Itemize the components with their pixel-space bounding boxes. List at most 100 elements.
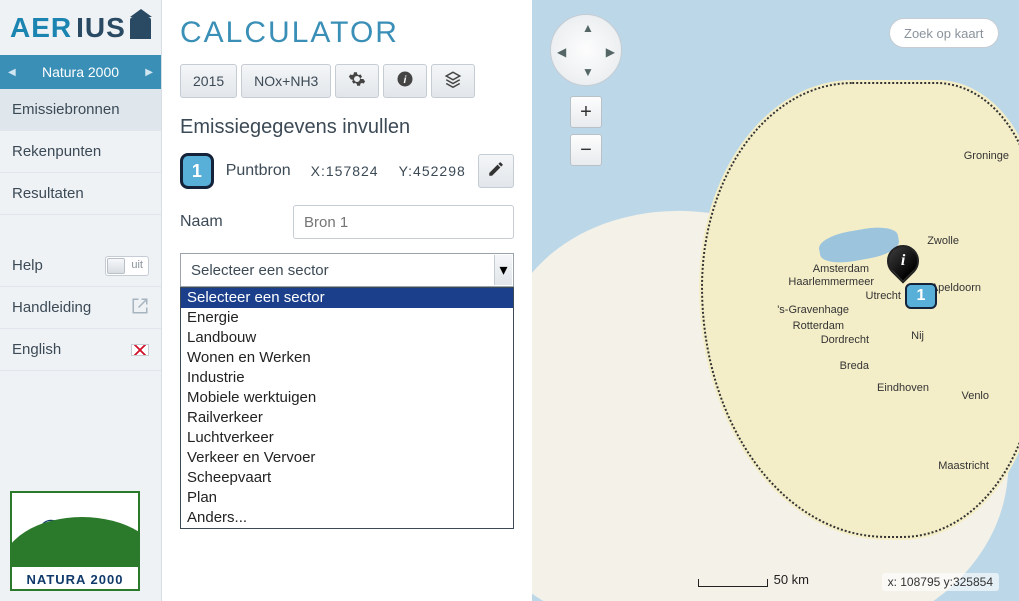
sidebar-footer: ︵ ︵ ★ ★ ★ ★ ★ NATURA 2000 — [0, 481, 161, 601]
marker-badge: 1 — [905, 283, 937, 309]
city-label: Eindhoven — [877, 382, 929, 394]
name-input[interactable] — [293, 205, 514, 239]
city-label: Dordrecht — [821, 334, 869, 346]
sector-option[interactable]: Verkeer en Vervoer — [181, 448, 513, 468]
plus-icon: + — [580, 101, 592, 124]
name-row: Naam — [180, 205, 514, 239]
year-button[interactable]: 2015 — [180, 64, 237, 98]
source-y: Y:452298 — [399, 163, 466, 179]
map-search-placeholder: Zoek op kaart — [904, 26, 984, 41]
sector-option[interactable]: Luchtverkeer — [181, 428, 513, 448]
nav-english[interactable]: English — [0, 329, 161, 371]
sector-option[interactable]: Energie — [181, 308, 513, 328]
city-label: Maastricht — [938, 460, 989, 472]
name-label: Naam — [180, 213, 281, 231]
edit-geometry-button[interactable] — [478, 154, 514, 188]
sector-option[interactable]: Mobiele werktuigen — [181, 388, 513, 408]
zoom-out-button[interactable]: − — [570, 134, 602, 166]
flag-uk-icon — [131, 344, 149, 356]
pan-left-icon[interactable]: ◀ — [557, 45, 566, 59]
nav-resultaten[interactable]: Resultaten — [0, 173, 161, 215]
info-icon: i — [396, 70, 414, 93]
map-coord-readout: x: 108795 y:325854 — [882, 573, 999, 591]
map-marker[interactable]: i 1 — [887, 245, 919, 277]
scenario-name: Natura 2000 — [42, 64, 119, 80]
city-label: Apeldoorn — [931, 282, 981, 294]
sector-dropdown: Selecteer een sector Energie Landbouw Wo… — [180, 287, 514, 529]
substances-button[interactable]: NOx+NH3 — [241, 64, 331, 98]
form-panel: CALCULATOR 2015 NOx+NH3 i Emissiegegeven… — [162, 0, 532, 601]
nav-label: Resultaten — [12, 185, 84, 202]
city-label: Zwolle — [927, 235, 959, 247]
sector-option[interactable]: Scheepvaart — [181, 468, 513, 488]
map-pan-control: ▲ ▼ ◀ ▶ — [550, 14, 622, 86]
city-label: Groninge — [964, 150, 1009, 162]
nav-label: English — [12, 341, 61, 358]
natura2000-text: NATURA 2000 — [12, 572, 138, 587]
toggle-knob-icon — [107, 258, 125, 274]
hill-icon — [10, 517, 140, 567]
toggle-state: uit — [131, 259, 143, 271]
pan-right-icon[interactable]: ▶ — [606, 45, 615, 59]
city-label: Rotterdam — [793, 320, 844, 332]
scalebar-icon — [698, 579, 768, 587]
settings-button[interactable] — [335, 64, 379, 98]
sector-display-text: Selecteer een sector — [191, 262, 329, 279]
zoom-in-button[interactable]: + — [570, 96, 602, 128]
sector-option[interactable]: Landbouw — [181, 328, 513, 348]
sector-display[interactable]: Selecteer een sector — [180, 253, 514, 287]
city-label: 's-Gravenhage — [777, 304, 849, 316]
sidebar: AERIUS ◀ Natura 2000 ▶ Emissiebronnen Re… — [0, 0, 162, 601]
nav-rekenpunten[interactable]: Rekenpunten — [0, 131, 161, 173]
panel-title: CALCULATOR — [180, 16, 514, 50]
city-label: Haarlemmermeer — [788, 276, 874, 288]
map-canvas[interactable]: Groninge Zwolle Amsterdam Haarlemmermeer… — [532, 0, 1019, 601]
nav-label: Handleiding — [12, 299, 91, 316]
brand-part2: IUS — [76, 12, 126, 44]
nav-handleiding[interactable]: Handleiding — [0, 287, 161, 329]
chevron-down-icon: ▾ — [494, 255, 512, 285]
panel-toolbar: 2015 NOx+NH3 i — [180, 64, 514, 98]
map-scalebar: 50 km — [698, 572, 809, 587]
nav-emissiebronnen[interactable]: Emissiebronnen — [0, 89, 161, 131]
help-toggle[interactable]: uit — [105, 256, 149, 276]
scenario-switcher[interactable]: ◀ Natura 2000 ▶ — [0, 55, 161, 89]
source-summary-row: 1 Puntbron X:157824 Y:452298 — [180, 153, 514, 189]
pencil-icon — [487, 160, 505, 183]
scenario-prev-icon[interactable]: ◀ — [8, 67, 16, 78]
marker-pin-icon: i — [880, 238, 925, 283]
city-label: Venlo — [961, 390, 989, 402]
sector-option[interactable]: Railverkeer — [181, 408, 513, 428]
sector-option[interactable]: Anders... — [181, 508, 513, 528]
help-row: Help uit — [0, 245, 161, 287]
map-search-input[interactable]: Zoek op kaart — [889, 18, 999, 48]
source-x: X:157824 — [311, 163, 379, 179]
city-label: Nij — [911, 330, 924, 342]
source-badge[interactable]: 1 — [180, 153, 214, 189]
nav-label: Rekenpunten — [12, 143, 101, 160]
layers-icon — [444, 70, 462, 93]
brand-logo: AERIUS — [0, 0, 161, 55]
sector-option[interactable]: Plan — [181, 488, 513, 508]
section-title: Emissiegegevens invullen — [180, 116, 514, 139]
gear-icon — [348, 70, 366, 93]
pan-down-icon[interactable]: ▼ — [582, 65, 594, 79]
sector-select[interactable]: Selecteer een sector ▾ Selecteer een sec… — [180, 253, 514, 287]
city-label: Breda — [840, 360, 869, 372]
source-type: Puntbron — [226, 162, 291, 180]
natura2000-logo: ︵ ︵ ★ ★ ★ ★ ★ NATURA 2000 — [10, 491, 140, 591]
sector-option[interactable]: Wonen en Werken — [181, 348, 513, 368]
brand-part1: AER — [10, 12, 72, 44]
brand-icon — [130, 17, 151, 39]
sector-option[interactable]: Selecteer een sector — [181, 288, 513, 308]
layers-button[interactable] — [431, 64, 475, 98]
pan-up-icon[interactable]: ▲ — [582, 21, 594, 35]
info-button[interactable]: i — [383, 64, 427, 98]
external-link-icon — [131, 297, 149, 319]
sector-option[interactable]: Industrie — [181, 368, 513, 388]
city-label: Amsterdam — [813, 263, 869, 275]
minus-icon: − — [580, 139, 592, 162]
scenario-next-icon[interactable]: ▶ — [145, 67, 153, 78]
nav-label: Emissiebronnen — [12, 101, 120, 118]
map-zoom-control: + − — [570, 96, 602, 172]
